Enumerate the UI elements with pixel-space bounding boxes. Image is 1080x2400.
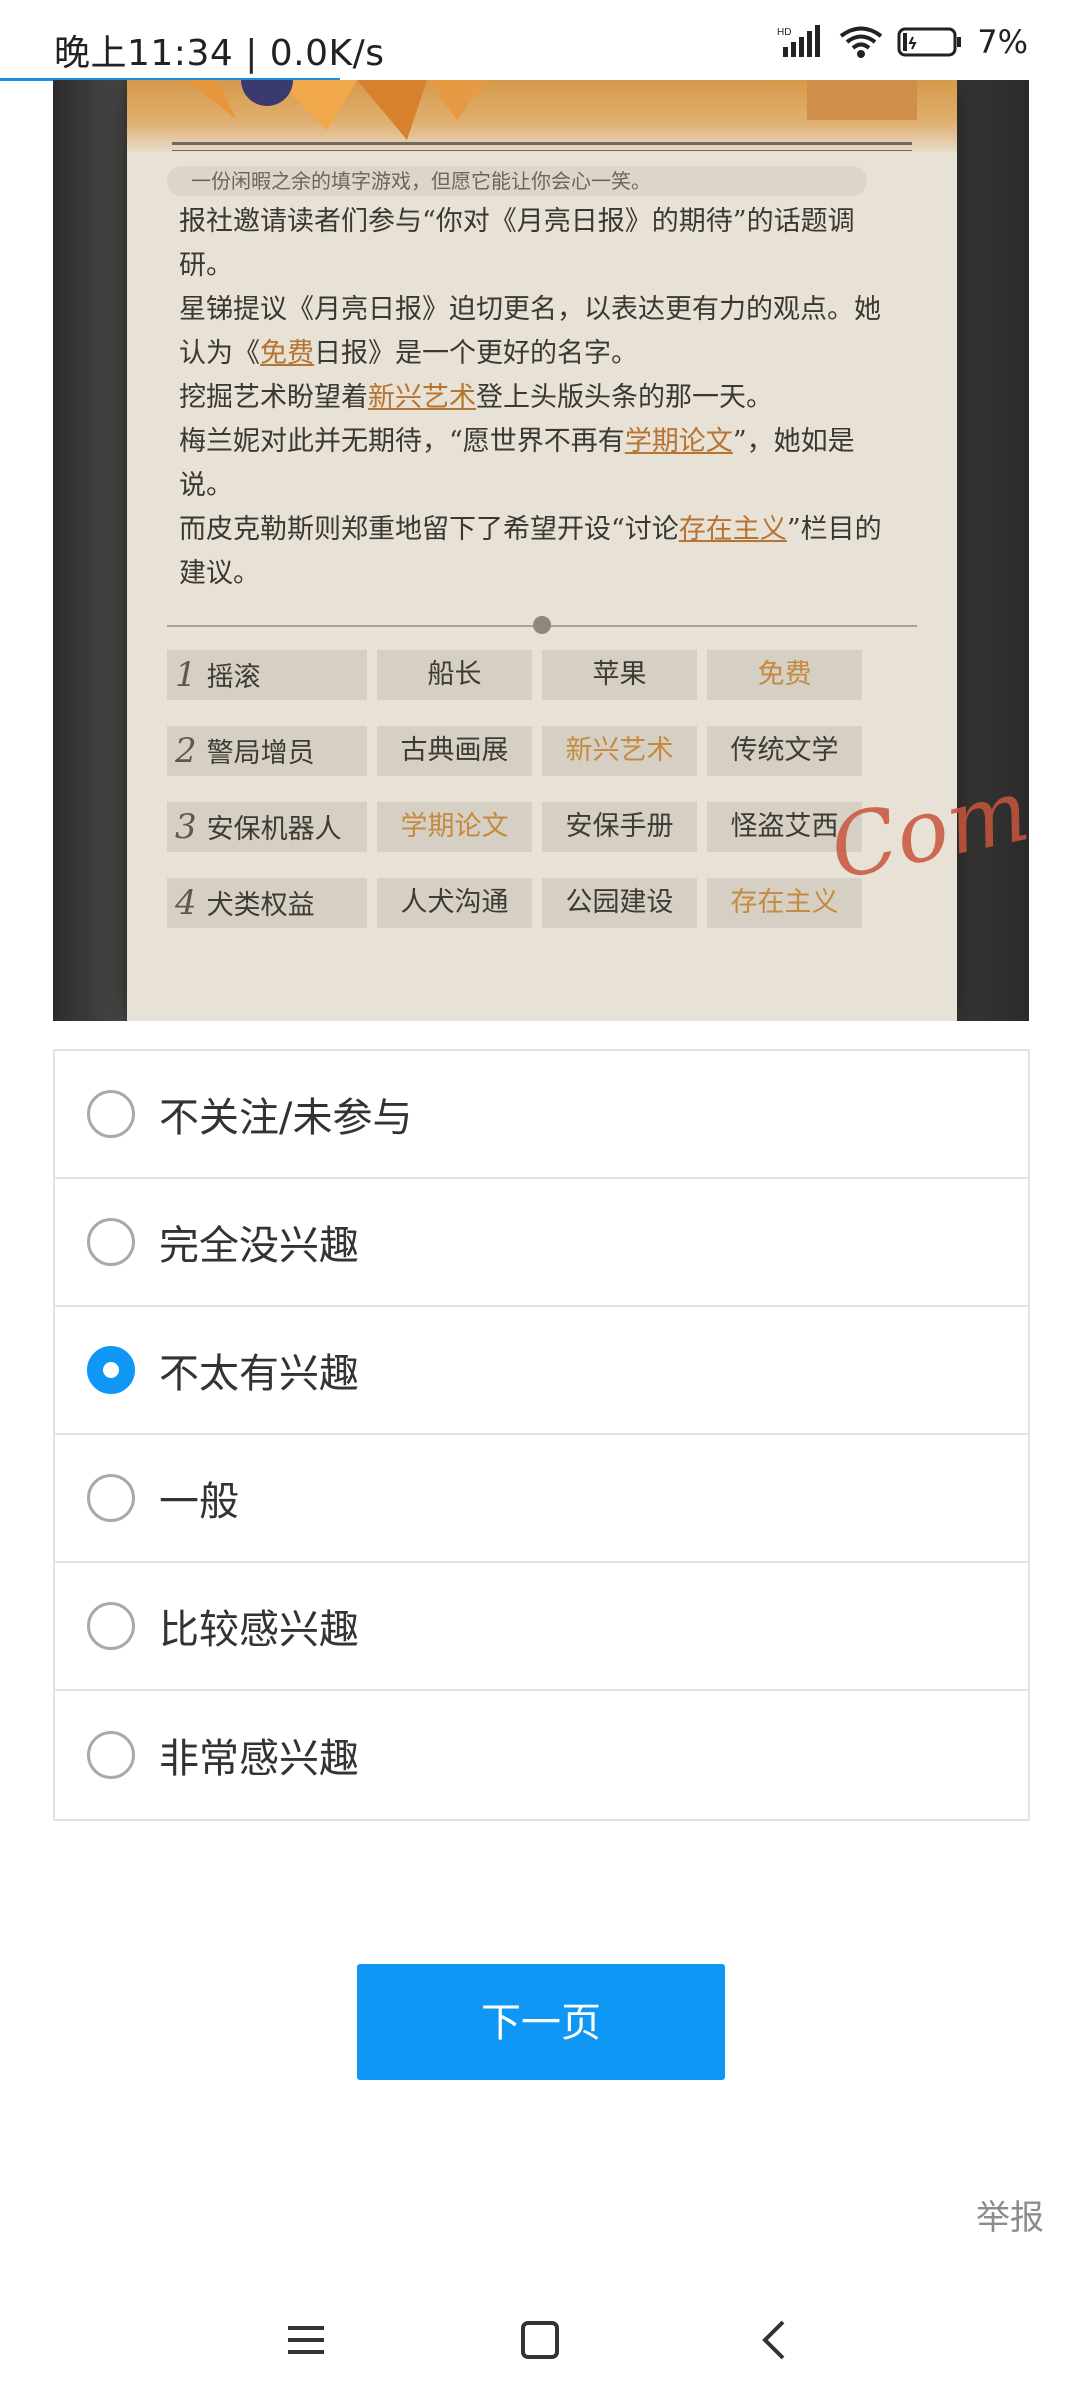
grid-cell-text: 安保手册 xyxy=(565,811,674,842)
grid-cell-text: 摇滚 xyxy=(206,662,261,693)
radio-button[interactable] xyxy=(87,1218,135,1266)
wifi-icon xyxy=(840,26,883,58)
battery-icon xyxy=(897,27,962,57)
answer-options: 不关注/未参与 完全没兴趣不太有兴趣一般比较感兴趣非常感兴趣 xyxy=(53,1049,1030,1821)
radio-button[interactable] xyxy=(87,1090,135,1138)
radio-button[interactable] xyxy=(87,1602,135,1650)
grid-cell-text: 传统文学 xyxy=(730,735,839,766)
option-item[interactable]: 一般 xyxy=(55,1435,1028,1563)
menu-icon[interactable] xyxy=(276,2310,336,2370)
article-highlight: 免费 xyxy=(260,338,314,369)
option-item[interactable]: 完全没兴趣 xyxy=(55,1179,1028,1307)
grid-cell-text: 警局增员 xyxy=(206,738,315,769)
grid-row-number: 3 xyxy=(175,807,197,847)
grid-cell-text: 怪盗艾西 xyxy=(730,811,839,842)
signal-icon: HD xyxy=(777,25,821,57)
header-rule-thin xyxy=(172,150,912,151)
grid-cell: 船长 xyxy=(377,650,532,700)
ornament-divider xyxy=(167,616,917,634)
grid-cell: 学期论文 xyxy=(377,802,532,852)
option-item[interactable]: 非常感兴趣 xyxy=(55,1691,1028,1819)
grid-cell-text: 船长 xyxy=(427,659,482,690)
grid-cell-text: 免费 xyxy=(757,659,812,690)
article-paragraph: 而皮克勒斯则郑重地留下了希望开设“讨论存在主义”栏目的建议。 xyxy=(179,508,899,596)
radio-button[interactable] xyxy=(87,1346,135,1394)
hd-label: HD xyxy=(777,27,791,38)
grid-cell: 公园建设 xyxy=(542,878,697,928)
grid-cell: 1 摇滚 xyxy=(167,650,367,700)
grid-cell: 苹果 xyxy=(542,650,697,700)
article-text: 挖掘艺术盼望着 xyxy=(179,382,368,413)
grid-row-number: 1 xyxy=(175,655,197,695)
grid-cell: 安保手册 xyxy=(542,802,697,852)
grid-cell: 3 安保机器人 xyxy=(167,802,367,852)
grid-cell: 新兴艺术 xyxy=(542,726,697,776)
grid-cell: 传统文学 xyxy=(707,726,862,776)
radio-button[interactable] xyxy=(87,1731,135,1779)
newspaper-slogan: 一份闲暇之余的填字游戏，但愿它能让你会心一笑。 xyxy=(167,166,867,196)
option-item[interactable]: 不关注/未参与 xyxy=(55,1051,1028,1179)
article-highlight: 学期论文 xyxy=(624,426,733,457)
next-page-button[interactable]: 下一页 xyxy=(357,1964,725,2080)
grid-cell-text: 新兴艺术 xyxy=(565,735,674,766)
article-text: 梅兰妮对此并无期待，“愿世界不再有 xyxy=(179,426,625,457)
grid-cell-text: 学期论文 xyxy=(400,811,509,842)
option-label: 完全没兴趣 xyxy=(159,1223,359,1269)
article-paragraph: 报社邀请读者们参与“你对《月亮日报》的期待”的话题调研。 xyxy=(179,200,899,288)
back-icon[interactable] xyxy=(744,2310,804,2370)
article-text: 登上头版头条的那一天。 xyxy=(476,382,773,413)
option-label: 非常感兴趣 xyxy=(159,1736,359,1782)
grid-cell-text: 安保机器人 xyxy=(206,814,342,845)
grid-cell: 古典画展 xyxy=(377,726,532,776)
option-item[interactable]: 不太有兴趣 xyxy=(55,1307,1028,1435)
article-highlight: 新兴艺术 xyxy=(368,382,476,413)
grid-cell-text: 犬类权益 xyxy=(206,890,315,921)
grid-cell: 4 犬类权益 xyxy=(167,878,367,928)
grid-cell: 免费 xyxy=(707,650,862,700)
article-text: 而皮克勒斯则郑重地留下了希望开设“讨论 xyxy=(179,514,679,545)
article-paragraph: 梅兰妮对此并无期待，“愿世界不再有学期论文”，她如是说。 xyxy=(179,420,899,508)
status-icons: HD 7% xyxy=(777,22,1028,62)
home-icon[interactable] xyxy=(510,2310,570,2370)
grid-row: 1 摇滚 船长 苹果 免费 xyxy=(167,650,867,700)
grid-cell-text: 存在主义 xyxy=(730,887,839,918)
option-label: 不太有兴趣 xyxy=(159,1351,359,1397)
grid-cell-text: 公园建设 xyxy=(565,887,674,918)
grid-cell-text: 苹果 xyxy=(592,659,647,690)
grid-row: 3 安保机器人 学期论文 安保手册 怪盗艾西 xyxy=(167,802,867,852)
article-highlight: 存在主义 xyxy=(678,514,787,545)
grid-cell: 人犬沟通 xyxy=(377,878,532,928)
option-label: 比较感兴趣 xyxy=(159,1607,359,1653)
option-label: 不关注/未参与 xyxy=(159,1095,413,1141)
option-item[interactable]: 比较感兴趣 xyxy=(55,1563,1028,1691)
article-text: 报社邀请读者们参与“你对《月亮日报》的期待”的话题调研。 xyxy=(179,206,855,281)
grid-row-number: 2 xyxy=(175,731,197,771)
grid-cell-text: 人犬沟通 xyxy=(400,887,509,918)
grid-cell: 2 警局增员 xyxy=(167,726,367,776)
option-label: 一般 xyxy=(159,1479,239,1525)
grid-row: 2 警局增员 古典画展 新兴艺术 传统文学 xyxy=(167,726,867,776)
system-nav-bar xyxy=(0,2280,1080,2400)
header-rule xyxy=(172,142,912,145)
grid-row-number: 4 xyxy=(175,883,197,923)
status-time: 晚上11:34 | 0.0K/s xyxy=(54,33,385,74)
newspaper-article: 报社邀请读者们参与“你对《月亮日报》的期待”的话题调研。 星锑提议《月亮日报》迫切… xyxy=(179,200,899,596)
radio-button[interactable] xyxy=(87,1474,135,1522)
newspaper-photo: 一份闲暇之余的填字游戏，但愿它能让你会心一笑。 报社邀请读者们参与“你对《月亮日… xyxy=(127,80,957,1021)
report-link[interactable]: 举报 xyxy=(976,2190,1044,2239)
grid-cell-text: 古典画展 xyxy=(400,735,509,766)
grid-row: 4 犬类权益 人犬沟通 公园建设 存在主义 xyxy=(167,878,867,928)
status-bar: 晚上11:34 | 0.0K/s HD 7% xyxy=(0,0,1080,81)
question-image: 一份闲暇之余的填字游戏，但愿它能让你会心一笑。 报社邀请读者们参与“你对《月亮日… xyxy=(53,80,1029,1021)
battery-level: 7% xyxy=(977,23,1028,61)
article-paragraph: 星锑提议《月亮日报》迫切更名，以表达更有力的观点。她认为《免费日报》是一个更好的… xyxy=(179,288,899,376)
article-paragraph: 挖掘艺术盼望着新兴艺术登上头版头条的那一天。 xyxy=(179,376,899,420)
article-text: 日报》是一个更好的名字。 xyxy=(314,338,638,369)
crossword-grid: 1 摇滚 船长 苹果 免费 2 警局增员 古典画展 新兴艺术 传统文学 3 安保机器人 学期论文 安保手册… xyxy=(167,650,867,954)
